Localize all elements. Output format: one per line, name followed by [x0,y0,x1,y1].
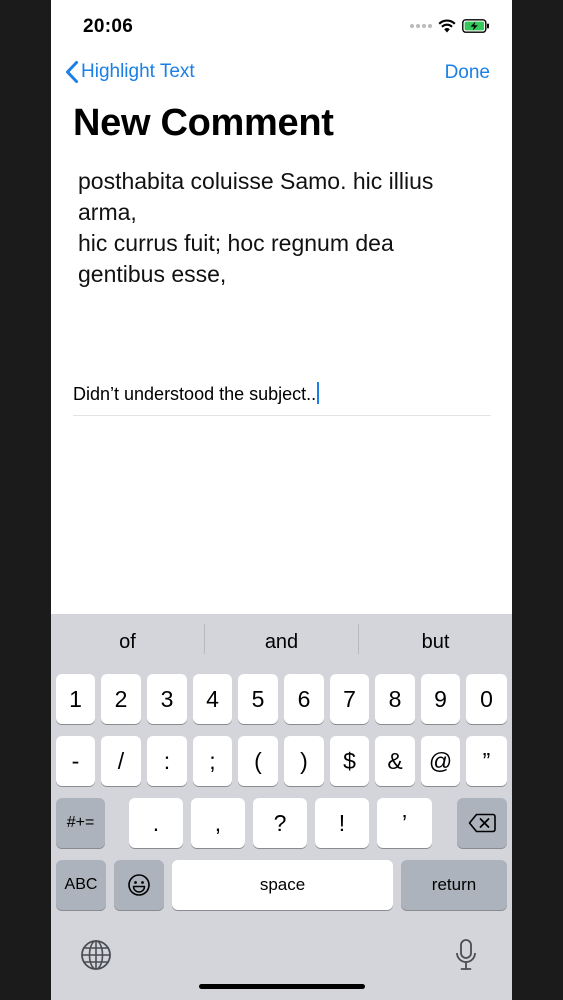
comment-text-field[interactable]: Didn’t understood the subject.. [73,382,491,416]
return-key[interactable]: return [401,860,507,910]
space-key[interactable]: space [172,860,393,910]
key-1[interactable]: 1 [56,674,95,724]
key-more-symbols[interactable]: #+= [56,798,105,848]
wifi-icon [438,19,456,33]
chevron-left-icon [66,61,78,83]
key-dollar[interactable]: $ [330,736,369,786]
battery-charging-icon [462,19,489,33]
key-period[interactable]: . [129,798,183,848]
suggestion-item[interactable]: and [205,614,358,670]
emoji-icon [128,874,150,896]
quote-line: gentibus esse, [78,261,227,287]
done-button[interactable]: Done [445,62,490,84]
key-abc[interactable]: ABC [56,860,106,910]
key-exclamation[interactable]: ! [315,798,369,848]
key-slash[interactable]: / [101,736,141,786]
status-icons [410,19,490,33]
key-3[interactable]: 3 [147,674,187,724]
delete-icon [468,813,496,833]
back-button-label: Highlight Text [81,61,195,82]
quote-line: hic currus fuit; hoc regnum dea [78,230,394,256]
phone-screen: 20:06 Highlight Text Done New Comment po… [51,0,512,1000]
cellular-signal-icon [410,24,432,28]
key-ampersand[interactable]: & [375,736,415,786]
key-5[interactable]: 5 [238,674,278,724]
key-close-paren[interactable]: ) [284,736,324,786]
emoji-key[interactable] [114,860,164,910]
key-semicolon[interactable]: ; [193,736,232,786]
suggestion-bar: of and but [51,614,512,670]
page-title: New Comment [73,102,334,144]
key-9[interactable]: 9 [421,674,460,724]
key-at[interactable]: @ [421,736,460,786]
highlighted-quote: posthabita coluisse Samo. hic illius arm… [78,166,488,290]
key-4[interactable]: 4 [193,674,232,724]
key-hyphen[interactable]: - [56,736,95,786]
keyboard: of and but 1 2 3 4 5 6 7 8 9 0 - / : ; (… [51,614,512,1000]
back-button[interactable]: Highlight Text [65,60,195,84]
quote-line: posthabita coluisse Samo. hic illius [78,168,434,194]
microphone-icon [456,939,476,970]
key-open-paren[interactable]: ( [238,736,278,786]
key-comma[interactable]: , [191,798,245,848]
home-indicator[interactable] [199,984,365,989]
key-apostrophe[interactable]: ’ [377,798,432,848]
key-7[interactable]: 7 [330,674,369,724]
text-caret [317,382,320,404]
suggestion-item[interactable]: but [359,614,512,670]
globe-icon [81,940,111,970]
key-0[interactable]: 0 [466,674,507,724]
key-colon[interactable]: : [147,736,187,786]
globe-button[interactable] [80,939,112,976]
comment-text-value: Didn’t understood the subject.. [73,384,317,404]
status-time: 20:06 [83,16,134,37]
quote-line: arma, [78,199,137,225]
key-2[interactable]: 2 [101,674,141,724]
key-8[interactable]: 8 [375,674,415,724]
dictation-button[interactable] [454,938,478,977]
delete-key[interactable] [457,798,507,848]
key-question[interactable]: ? [253,798,307,848]
suggestion-item[interactable]: of [51,614,204,670]
key-6[interactable]: 6 [284,674,324,724]
key-quote[interactable]: ” [466,736,507,786]
